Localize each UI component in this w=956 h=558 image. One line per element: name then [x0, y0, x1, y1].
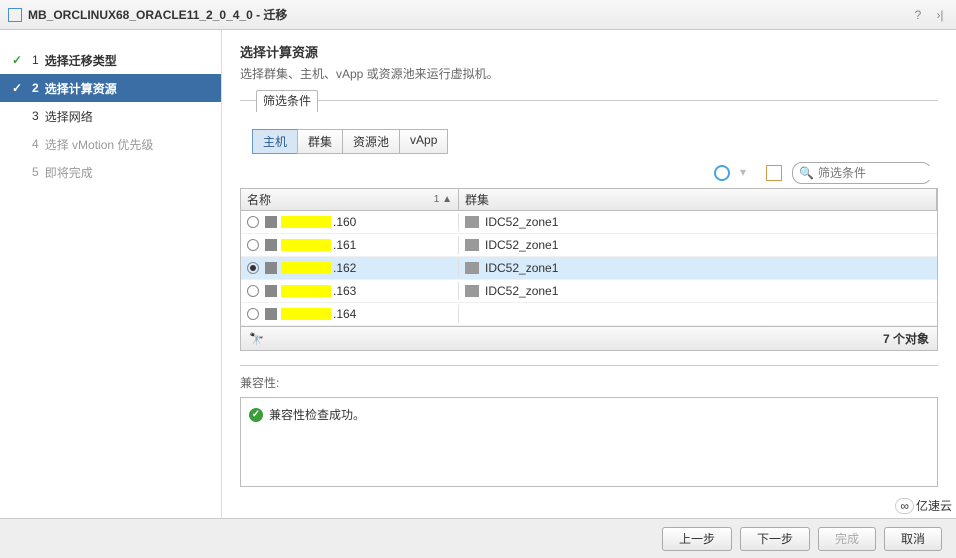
- step-network[interactable]: 3 选择网络: [0, 102, 221, 130]
- page-desc: 选择群集、主机、vApp 或资源池来运行虚拟机。: [240, 65, 938, 82]
- step-ready: 5 即将完成: [0, 158, 221, 186]
- subtab-pool[interactable]: 资源池: [342, 129, 400, 154]
- radio[interactable]: [247, 308, 259, 320]
- check-icon: ✓: [12, 81, 26, 95]
- redacted: [281, 216, 331, 228]
- sort-indicator: 1 ▲: [434, 194, 452, 205]
- step-label: 选择网络: [45, 108, 93, 125]
- step-vmotion-priority: 4 选择 vMotion 优先级: [0, 130, 221, 158]
- next-button[interactable]: 下一步: [740, 527, 810, 551]
- host-icon: [265, 216, 277, 228]
- subtab-host[interactable]: 主机: [252, 129, 298, 154]
- col-name[interactable]: 名称 1 ▲: [241, 189, 459, 210]
- cloud-icon: ∞: [895, 498, 914, 514]
- radio[interactable]: [247, 239, 259, 251]
- host-grid: 名称 1 ▲ 群集 .160 IDC52_zone1 .161 IDC52_zone1…: [240, 188, 938, 351]
- step-label: 即将完成: [45, 164, 93, 181]
- col-cluster[interactable]: 群集: [459, 189, 937, 210]
- radio[interactable]: [247, 216, 259, 228]
- step-label: 选择迁移类型: [45, 52, 117, 69]
- cluster-name: IDC52_zone1: [485, 238, 558, 252]
- host-icon: [265, 262, 277, 274]
- radio[interactable]: [247, 285, 259, 297]
- compat-box: ✓ 兼容性检查成功。: [240, 397, 938, 487]
- help-icon[interactable]: ?: [910, 7, 926, 23]
- search-icon: 🔍: [799, 166, 814, 180]
- export-icon[interactable]: [766, 165, 782, 181]
- step-num: 4: [32, 137, 39, 151]
- step-compute-resource[interactable]: ✓ 2 选择计算资源: [0, 74, 221, 102]
- cluster-icon: [465, 262, 479, 274]
- clock-icon[interactable]: [714, 165, 730, 181]
- cluster-name: IDC52_zone1: [485, 284, 558, 298]
- table-row[interactable]: .162 IDC52_zone1: [241, 257, 937, 280]
- page-title: 选择计算资源: [240, 42, 938, 61]
- host-ip: .163: [333, 284, 356, 298]
- watermark: ∞ 亿速云: [895, 497, 952, 514]
- window-title: MB_ORCLINUX68_ORACLE11_2_0_4_0 - 迁移: [28, 6, 904, 23]
- filter-input[interactable]: [818, 166, 956, 180]
- step-num: 3: [32, 109, 39, 123]
- compat-message: 兼容性检查成功。: [269, 406, 365, 423]
- cluster-icon: [465, 239, 479, 251]
- step-num: 1: [32, 53, 39, 67]
- step-num: 5: [32, 165, 39, 179]
- host-ip: .162: [333, 261, 356, 275]
- filter-funnel-icon[interactable]: ▾: [740, 165, 756, 181]
- subtab-vapp[interactable]: vApp: [399, 129, 448, 154]
- table-row[interactable]: .164: [241, 303, 937, 326]
- cancel-button[interactable]: 取消: [884, 527, 942, 551]
- step-label: 选择 vMotion 优先级: [45, 136, 154, 153]
- col-name-label: 名称: [247, 191, 271, 208]
- filter-input-wrap[interactable]: 🔍 ▾: [792, 162, 932, 184]
- redacted: [281, 308, 331, 320]
- redacted: [281, 262, 331, 274]
- object-count: 7 个对象: [883, 330, 929, 347]
- cluster-name: IDC52_zone1: [485, 261, 558, 275]
- expand-icon[interactable]: ›|: [932, 7, 948, 23]
- compat-label: 兼容性:: [240, 374, 938, 391]
- redacted: [281, 239, 331, 251]
- host-icon: [265, 239, 277, 251]
- step-num: 2: [32, 81, 39, 95]
- host-ip: .164: [333, 307, 356, 321]
- host-ip: .160: [333, 215, 356, 229]
- divider: [240, 365, 938, 366]
- cluster-icon: [465, 285, 479, 297]
- radio[interactable]: [247, 262, 259, 274]
- step-migration-type[interactable]: ✓ 1 选择迁移类型: [0, 46, 221, 74]
- table-row[interactable]: .163 IDC52_zone1: [241, 280, 937, 303]
- redacted: [281, 285, 331, 297]
- table-row[interactable]: .161 IDC52_zone1: [241, 234, 937, 257]
- col-cluster-label: 群集: [465, 191, 489, 208]
- vm-icon: [8, 8, 22, 22]
- step-label: 选择计算资源: [45, 80, 117, 97]
- table-row[interactable]: .160 IDC52_zone1: [241, 211, 937, 234]
- tab-filter[interactable]: 筛选条件: [256, 90, 318, 112]
- titlebar: MB_ORCLINUX68_ORACLE11_2_0_4_0 - 迁移 ? ›|: [0, 0, 956, 30]
- subtab-cluster[interactable]: 群集: [297, 129, 343, 154]
- binoculars-icon[interactable]: 🔭: [249, 332, 263, 346]
- wizard-steps: ✓ 1 选择迁移类型 ✓ 2 选择计算资源 3 选择网络 4 选择 vMotio…: [0, 30, 222, 518]
- back-button[interactable]: 上一步: [662, 527, 732, 551]
- footer: 上一步 下一步 完成 取消: [0, 518, 956, 558]
- cluster-icon: [465, 216, 479, 228]
- check-icon: ✓: [12, 53, 26, 67]
- host-ip: .161: [333, 238, 356, 252]
- host-icon: [265, 285, 277, 297]
- finish-button: 完成: [818, 527, 876, 551]
- success-icon: ✓: [249, 408, 263, 422]
- host-icon: [265, 308, 277, 320]
- cluster-name: IDC52_zone1: [485, 215, 558, 229]
